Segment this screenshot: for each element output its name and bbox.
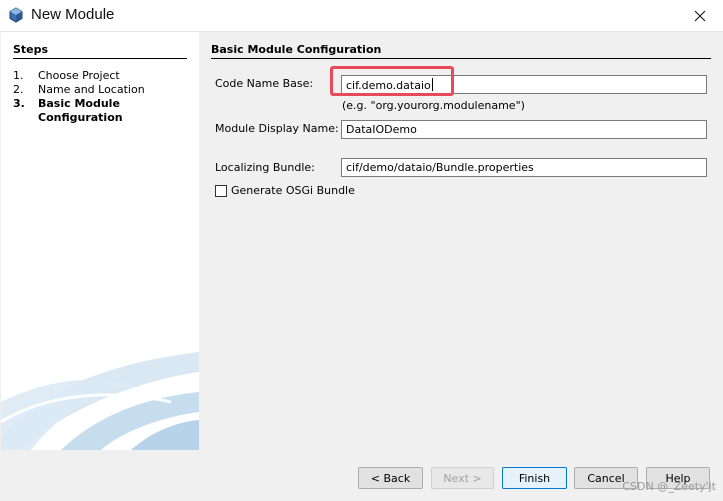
generate-osgi-label: Generate OSGi Bundle: [231, 184, 355, 197]
localizing-bundle-input[interactable]: cif/demo/dataio/Bundle.properties: [341, 158, 707, 177]
panel-heading: Basic Module Configuration: [211, 43, 711, 59]
finish-button[interactable]: Finish: [502, 467, 567, 489]
code-name-base-label-text: Code Name Base:: [215, 77, 314, 90]
step-label: Basic Module Configuration: [38, 97, 123, 124]
steps-heading: Steps: [13, 43, 187, 59]
text-caret: [431, 78, 433, 91]
close-window-button[interactable]: [677, 0, 723, 31]
netbeans-module-icon: [9, 7, 23, 23]
code-name-base-label: Code Name Base:: [215, 77, 313, 90]
code-name-base-value: cif.demo.dataio: [346, 79, 431, 92]
module-display-name-label: Module Display Name:: [215, 122, 339, 135]
code-name-base-hint: (e.g. "org.yourorg.modulename"): [342, 99, 525, 112]
back-button[interactable]: < Back: [358, 467, 423, 489]
step-item-current: 3. Basic Module Configuration: [13, 97, 193, 125]
window-title: New Module: [31, 6, 115, 23]
step-number: 2.: [13, 83, 24, 96]
localizing-bundle-value: cif/demo/dataio/Bundle.properties: [346, 161, 534, 174]
close-icon: [694, 10, 706, 21]
steps-panel: Steps 1. Choose Project 2. Name and Loca…: [1, 32, 199, 450]
module-display-name-value: DataIODemo: [346, 123, 417, 136]
module-display-name-input[interactable]: DataIODemo: [341, 120, 707, 139]
generate-osgi-checkbox-row[interactable]: Generate OSGi Bundle: [215, 184, 355, 197]
step-item: 2. Name and Location: [13, 83, 193, 97]
step-label: Choose Project: [38, 69, 120, 82]
watermark-text: CSDN @_Zeety'jt: [622, 480, 716, 493]
code-name-base-input[interactable]: cif.demo.dataio: [341, 75, 707, 94]
localizing-bundle-label: Localizing Bundle:: [215, 161, 315, 174]
step-number: 3.: [13, 97, 25, 110]
step-item: 1. Choose Project: [13, 69, 193, 83]
next-button[interactable]: Next >: [431, 467, 494, 489]
generate-osgi-checkbox[interactable]: [215, 184, 227, 197]
configuration-panel: Basic Module Configuration Code Name Bas…: [199, 32, 723, 450]
decorative-swoosh-graphic: [1, 352, 199, 450]
step-number: 1.: [13, 69, 24, 82]
step-label: Name and Location: [38, 83, 145, 96]
title-bar: New Module: [0, 0, 723, 32]
button-bar: < Back Next > Finish Cancel Help CSDN @_…: [0, 450, 723, 501]
steps-list: 1. Choose Project 2. Name and Location 3…: [13, 69, 193, 125]
